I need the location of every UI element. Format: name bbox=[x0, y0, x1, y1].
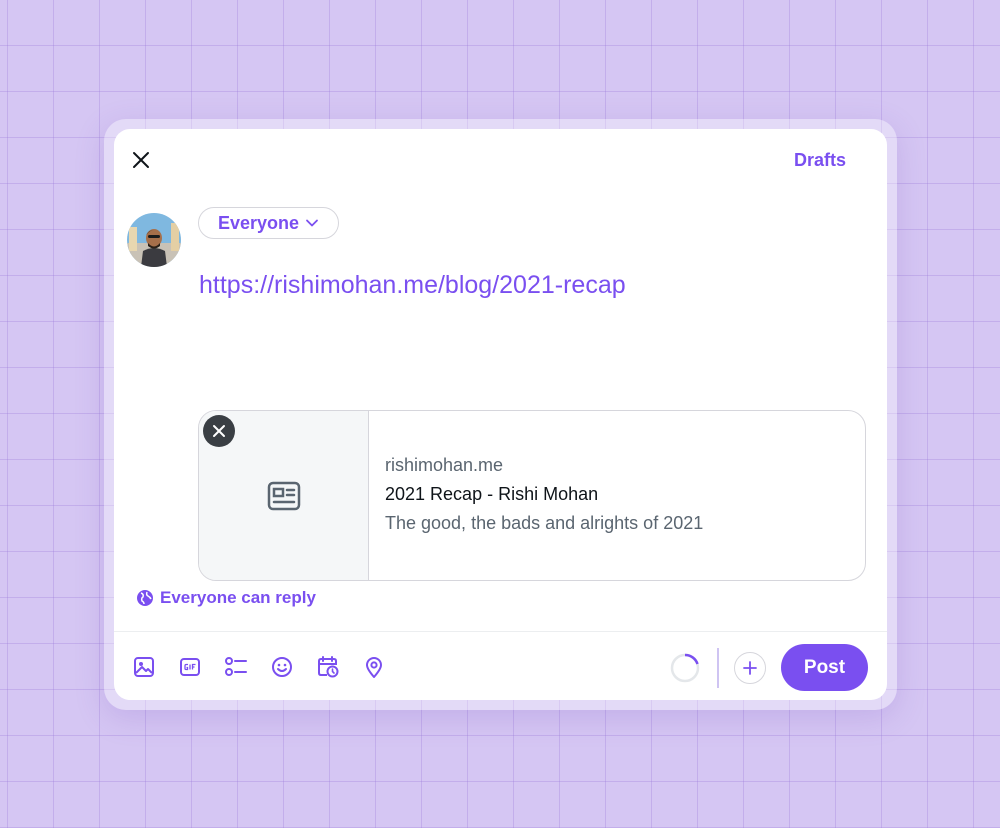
post-button[interactable]: Post bbox=[781, 644, 868, 691]
link-preview-card[interactable]: rishimohan.me 2021 Recap - Rishi Mohan T… bbox=[198, 410, 866, 581]
image-icon bbox=[134, 657, 154, 677]
chevron-down-icon bbox=[306, 219, 318, 227]
remove-card-button[interactable] bbox=[203, 415, 235, 447]
divider bbox=[114, 631, 887, 632]
progress-ring-icon bbox=[670, 653, 700, 683]
drafts-button[interactable]: Drafts bbox=[794, 150, 846, 171]
poll-button[interactable] bbox=[224, 655, 248, 679]
article-icon bbox=[267, 481, 300, 510]
globe-icon bbox=[137, 590, 153, 606]
plus-icon bbox=[743, 661, 757, 675]
emoji-button[interactable] bbox=[270, 655, 294, 679]
close-icon bbox=[213, 425, 225, 437]
add-thread-button[interactable] bbox=[734, 652, 766, 684]
reply-setting-button[interactable]: Everyone can reply bbox=[136, 588, 316, 608]
location-button[interactable] bbox=[362, 655, 386, 679]
character-progress-ring bbox=[670, 653, 700, 683]
link-domain: rishimohan.me bbox=[385, 455, 504, 475]
location-icon bbox=[366, 657, 382, 678]
avatar[interactable] bbox=[127, 213, 181, 267]
emoji-icon bbox=[272, 657, 292, 677]
compose-toolbar bbox=[132, 655, 386, 679]
audience-selector[interactable]: Everyone bbox=[198, 207, 339, 239]
toolbar-divider bbox=[717, 648, 719, 688]
schedule-button[interactable] bbox=[316, 655, 340, 679]
close-button[interactable] bbox=[128, 147, 154, 173]
gif-button[interactable] bbox=[178, 655, 202, 679]
link-preview-body: rishimohan.me 2021 Recap - Rishi Mohan T… bbox=[369, 411, 703, 580]
reply-setting-label: Everyone can reply bbox=[160, 588, 316, 607]
gif-icon bbox=[180, 658, 200, 676]
media-button[interactable] bbox=[132, 655, 156, 679]
schedule-icon bbox=[318, 656, 339, 678]
compose-input[interactable]: https://rishimohan.me/blog/2021-recap bbox=[199, 271, 626, 300]
close-icon bbox=[133, 152, 149, 168]
link-description: The good, the bads and alrights of 2021 bbox=[385, 513, 704, 533]
audience-label: Everyone bbox=[217, 212, 300, 233]
poll-icon bbox=[225, 657, 247, 676]
compose-modal: Drafts Everyone https://rishimohan.me/bl… bbox=[114, 129, 887, 700]
link-title: 2021 Recap - Rishi Mohan bbox=[385, 484, 599, 504]
